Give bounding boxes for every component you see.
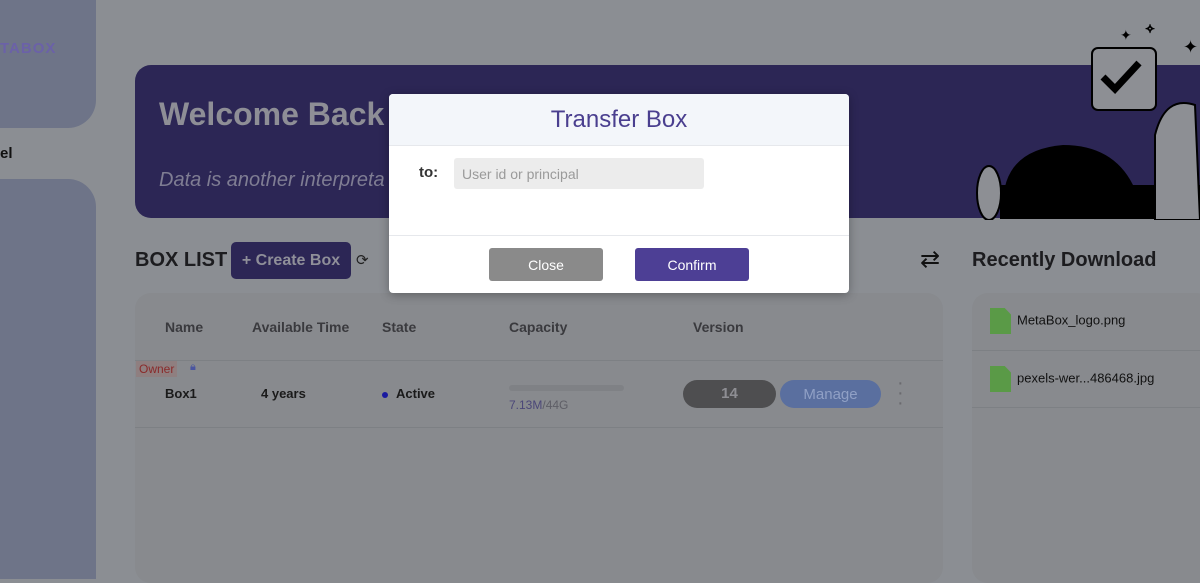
modal-title: Transfer Box: [389, 94, 849, 146]
welcome-title: Welcome Back: [159, 96, 385, 132]
sidebar-logo-panel: [0, 0, 96, 128]
svg-text:✦: ✦: [1120, 27, 1132, 43]
divider: [972, 350, 1200, 351]
divider: [135, 427, 943, 428]
owner-badge: Owner: [136, 361, 178, 377]
banner-tagline: Data is another interpreta: [159, 169, 385, 191]
state-label: Active: [396, 386, 436, 401]
confirm-button[interactable]: Confirm: [635, 248, 749, 281]
divider: [972, 407, 1200, 408]
sidebar-nav-item[interactable]: el: [0, 145, 13, 162]
box-list-title: BOX LIST: [135, 249, 228, 271]
recent-download-title: Recently Download: [972, 249, 1157, 271]
status-dot-icon: [382, 391, 388, 398]
column-header-capacity: Capacity: [509, 319, 568, 335]
to-label: to:: [419, 164, 439, 181]
close-button[interactable]: Close: [489, 248, 603, 281]
capacity-text: 7.13M/44G: [509, 398, 568, 412]
transfer-box-modal: Transfer Box to: Close Confirm: [389, 94, 849, 293]
version-badge: 14: [683, 380, 776, 408]
capacity-total: /44G: [542, 398, 569, 412]
create-box-button[interactable]: + Create Box: [231, 242, 351, 279]
svg-text:✧: ✧: [1145, 22, 1155, 36]
capacity-bar: [509, 385, 624, 391]
file-item[interactable]: pexels-wer...486468.jpg: [990, 366, 1154, 392]
box-state: Active: [382, 386, 435, 401]
svg-text:✦: ✦: [1183, 37, 1198, 57]
column-header-version: Version: [693, 319, 744, 335]
manage-button[interactable]: Manage: [780, 380, 881, 408]
file-name: pexels-wer...486468.jpg: [1017, 370, 1155, 386]
box-table: [135, 293, 943, 583]
box-available-time: 4 years: [261, 386, 306, 401]
divider: [389, 235, 849, 236]
banner-illustration: ✦ ✧ ✦: [976, 22, 1200, 220]
refresh-icon[interactable]: ⟳: [356, 251, 369, 269]
file-item[interactable]: MetaBox_logo.png: [990, 308, 1125, 334]
box-name[interactable]: Box1: [165, 386, 197, 401]
logo: TABOX: [0, 40, 57, 57]
column-header-name: Name: [165, 319, 204, 335]
recipient-input[interactable]: [454, 158, 704, 189]
file-name: MetaBox_logo.png: [1017, 312, 1126, 328]
sidebar-panel: [0, 179, 96, 579]
image-file-icon: [990, 308, 1011, 334]
divider: [135, 360, 943, 361]
capacity-used: 7.13M: [509, 398, 543, 412]
recent-download-panel: [972, 293, 1200, 583]
swap-icon[interactable]: ⇄: [920, 245, 940, 274]
lock-icon: 🔒︎: [190, 361, 196, 373]
more-options-icon[interactable]: · · ·: [897, 373, 905, 413]
column-header-state: State: [382, 319, 417, 335]
column-header-available-time: Available Time: [252, 319, 350, 335]
image-file-icon: [990, 366, 1011, 392]
